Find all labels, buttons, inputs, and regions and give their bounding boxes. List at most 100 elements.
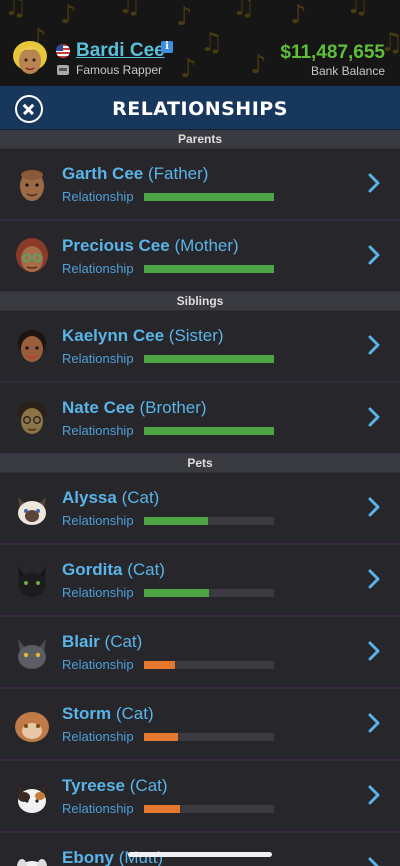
relationship-row[interactable]: Storm (Cat) Relationship [0, 688, 400, 760]
person-name-line: Kaelynn Cee (Sister) [62, 326, 224, 346]
grey-cat-icon [18, 639, 46, 669]
relation-type: (Cat) [115, 704, 154, 723]
home-indicator[interactable] [128, 852, 272, 857]
relation-type: (Cat) [129, 776, 168, 795]
relationship-bar [144, 355, 274, 363]
person-name: Tyreese [62, 776, 126, 795]
person-name-line: Nate Cee (Brother) [62, 398, 207, 418]
relation-type: (Mutt) [118, 848, 164, 866]
chevron-right-icon[interactable] [368, 245, 380, 265]
person-name: Storm [62, 704, 112, 723]
relationship-row[interactable]: Kaelynn Cee (Sister) Relationship [0, 310, 400, 382]
relationship-bar [144, 193, 274, 201]
relationship-label: Relationship [62, 513, 134, 528]
chevron-right-icon[interactable] [368, 569, 380, 589]
person-name: Blair [62, 632, 100, 651]
relationship-row[interactable]: Nate Cee (Brother) Relationship [0, 382, 400, 454]
person-name: Gordita [62, 560, 123, 579]
bank-balance: $11,487,655 [280, 42, 385, 63]
relationship-bar-fill [144, 265, 274, 273]
relationship-label: Relationship [62, 261, 134, 276]
relationship-bar [144, 265, 274, 273]
job-title: Famous Rapper [76, 63, 163, 77]
relationship-bar-fill [144, 517, 208, 525]
relationship-row[interactable]: Tyreese (Cat) Relationship [0, 760, 400, 832]
relationship-label: Relationship [62, 729, 134, 744]
title-bar: RELATIONSHIPS [0, 86, 400, 130]
relation-type: (Sister) [168, 326, 224, 345]
relationship-row[interactable]: Blair (Cat) Relationship [0, 616, 400, 688]
relationship-row[interactable]: Precious Cee (Mother) Relationship [0, 220, 400, 292]
section-header-pets: Pets [0, 454, 400, 472]
relationship-bar-fill [144, 589, 209, 597]
person-name-line: Storm (Cat) [62, 704, 154, 724]
dog-icon [17, 859, 47, 866]
relation-type: (Brother) [139, 398, 207, 417]
relationship-row[interactable]: Gordita (Cat) Relationship [0, 544, 400, 616]
relationship-bar-fill [144, 805, 181, 813]
relationship-bar [144, 733, 274, 741]
person-name: Precious Cee [62, 236, 170, 255]
relationship-bar-fill [144, 355, 274, 363]
player-name-link[interactable]: Bardi Cee [76, 40, 165, 62]
black-cat-icon [18, 567, 46, 597]
relationships-list: Parents Garth Cee (Father) Relationship Pre… [0, 130, 400, 866]
relationship-bar [144, 661, 274, 669]
section-header-parents: Parents [0, 130, 400, 148]
person-name: Nate Cee [62, 398, 135, 417]
person-name-line: Ebony (Mutt) [62, 848, 163, 866]
relation-type: (Cat) [121, 488, 160, 507]
chevron-right-icon[interactable] [368, 407, 380, 427]
relationship-bar-fill [144, 733, 178, 741]
relationship-label: Relationship [62, 657, 134, 672]
person-name-line: Gordita (Cat) [62, 560, 165, 580]
relationship-label: Relationship [62, 801, 134, 816]
player-avatar-icon[interactable] [12, 40, 48, 80]
siamese-cat-icon [18, 497, 46, 525]
person-name-line: Tyreese (Cat) [62, 776, 168, 796]
relationship-bar-fill [144, 661, 176, 669]
person-name-line: Blair (Cat) [62, 632, 142, 652]
girl-icon [18, 330, 46, 362]
relationship-row[interactable]: Alyssa (Cat) Relationship [0, 472, 400, 544]
page-title: RELATIONSHIPS [112, 98, 288, 120]
person-name-line: Alyssa (Cat) [62, 488, 159, 508]
relationship-label: Relationship [62, 351, 134, 366]
relationship-bar [144, 589, 274, 597]
info-icon[interactable]: i [161, 41, 173, 53]
man-bald-icon [20, 170, 44, 201]
relationship-label: Relationship [62, 585, 134, 600]
persian-cat-icon [15, 712, 49, 742]
chevron-right-icon[interactable] [368, 857, 380, 866]
relationship-bar-fill [144, 427, 274, 435]
chevron-right-icon[interactable] [368, 173, 380, 193]
relation-type: (Father) [147, 164, 209, 183]
boy-icon [18, 402, 46, 434]
relationship-bar [144, 517, 274, 525]
woman-glasses-icon [16, 238, 48, 272]
us-flag-icon [56, 44, 70, 58]
chevron-right-icon[interactable] [368, 713, 380, 733]
person-name-line: Precious Cee (Mother) [62, 236, 239, 256]
relation-type: (Cat) [127, 560, 165, 579]
relationship-label: Relationship [62, 423, 134, 438]
relationship-row[interactable]: Garth Cee (Father) Relationship [0, 148, 400, 220]
header-bar: ♫ ♪ ♫ ♪ ♫ ♪ ♫ ♪ ♫ ♪ ♪ ♫ Bardi Cee i Famous Rap… [0, 0, 400, 86]
relationship-label: Relationship [62, 189, 134, 204]
relationship-bar [144, 427, 274, 435]
chevron-right-icon[interactable] [368, 497, 380, 517]
person-name: Kaelynn Cee [62, 326, 165, 345]
job-icon [57, 65, 69, 75]
chevron-right-icon[interactable] [368, 785, 380, 805]
person-name: Garth Cee [62, 164, 144, 183]
calico-cat-icon [18, 785, 46, 813]
relationship-row[interactable]: Ebony (Mutt)Relationship [0, 832, 400, 866]
chevron-right-icon[interactable] [368, 641, 380, 661]
person-name: Ebony [62, 848, 114, 866]
chevron-right-icon[interactable] [368, 335, 380, 355]
person-name: Alyssa [62, 488, 117, 507]
person-name-line: Garth Cee (Father) [62, 164, 208, 184]
relation-type: (Mother) [174, 236, 239, 255]
section-header-siblings: Siblings [0, 292, 400, 310]
relation-type: (Cat) [104, 632, 143, 651]
